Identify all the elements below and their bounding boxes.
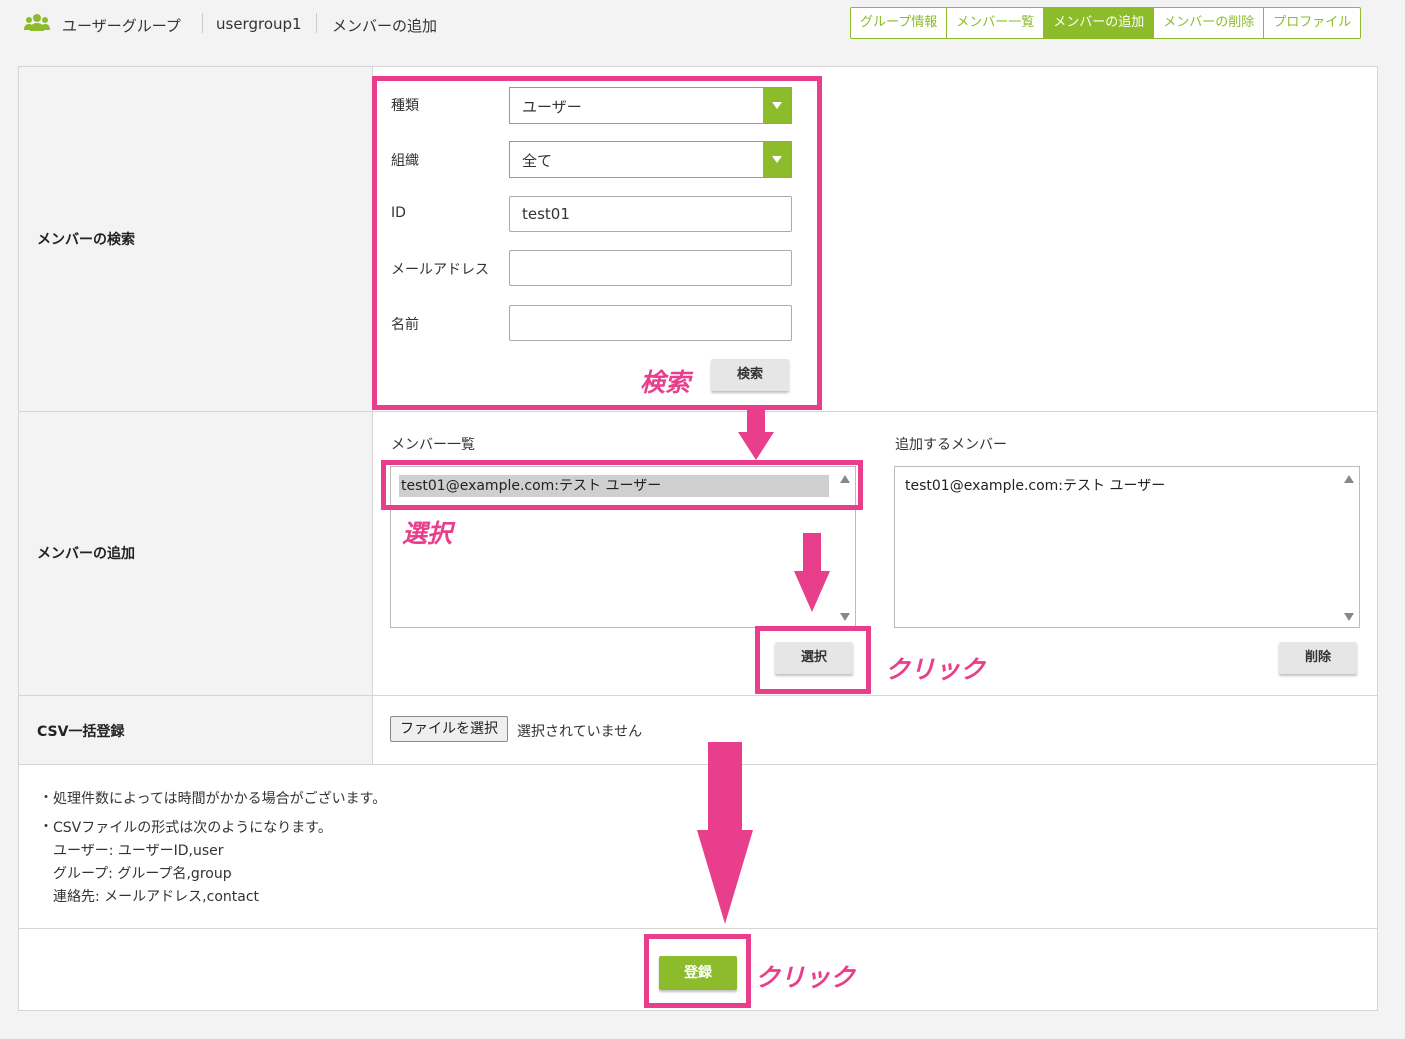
org-label: 組織 [391, 153, 419, 169]
search-button[interactable]: 検索 [711, 359, 789, 391]
member-search-label: メンバーの検索 [37, 232, 135, 248]
tab-remove-member[interactable]: メンバーの削除 [1154, 8, 1265, 38]
scroll-up-icon[interactable] [1344, 475, 1354, 483]
tab-add-member[interactable]: メンバーの追加 [1044, 8, 1155, 38]
row-label: メンバーの検索 [19, 67, 373, 411]
org-select-value: 全て [522, 152, 553, 170]
member-search-form: 種類 ユーザー 組織 全て ID メールアドレス 名前 検索 [373, 67, 1377, 411]
notes-section: ・ 処理件数によっては時間がかかる場合がございます。 ・ CSVファイルの形式は… [19, 765, 1377, 929]
email-label: メールアドレス [391, 262, 489, 278]
member-add-row: メンバーの追加 メンバー一覧 test01@example.com:テスト ユー… [19, 412, 1377, 696]
member-add-form: メンバー一覧 test01@example.com:テスト ユーザー 追加するメ… [373, 412, 1377, 695]
chevron-down-icon [763, 88, 791, 123]
member-list-box[interactable]: test01@example.com:テスト ユーザー [390, 466, 856, 628]
users-icon [24, 14, 50, 31]
remove-button[interactable]: 削除 [1279, 642, 1357, 674]
member-add-label: メンバーの追加 [37, 546, 135, 562]
csv-label: CSV一括登録 [37, 724, 125, 740]
member-list-title: メンバー一覧 [391, 437, 475, 453]
main-panel: メンバーの検索 種類 ユーザー 組織 全て ID メールアドレス 名前 検索 メ [18, 66, 1378, 1011]
member-search-row: メンバーの検索 種類 ユーザー 組織 全て ID メールアドレス 名前 検索 [19, 67, 1377, 412]
tab-profile[interactable]: プロファイル [1264, 8, 1360, 38]
selected-members-box[interactable]: test01@example.com:テスト ユーザー [894, 466, 1360, 628]
breadcrumb-separator [202, 13, 203, 33]
tab-member-list[interactable]: メンバー一覧 [947, 8, 1045, 38]
file-status: 選択されていません [517, 724, 643, 740]
id-label: ID [391, 205, 406, 221]
scroll-down-icon[interactable] [1344, 613, 1354, 621]
tab-bar: グループ情報 メンバー一覧 メンバーの追加 メンバーの削除 プロファイル [850, 7, 1362, 39]
select-button[interactable]: 選択 [775, 642, 853, 674]
page-header: ユーザーグループ usergroup1 メンバーの追加 グループ情報 メンバー一… [0, 0, 1405, 48]
note-line: 連絡先: メールアドレス,contact [53, 889, 260, 905]
type-label: 種類 [391, 98, 419, 114]
list-item[interactable]: test01@example.com:テスト ユーザー [399, 475, 829, 497]
id-input[interactable] [509, 196, 792, 232]
breadcrumb-separator [316, 13, 317, 33]
note-line: グループ: グループ名,group [53, 866, 232, 882]
chevron-down-icon [763, 142, 791, 177]
page-title: メンバーの追加 [332, 17, 438, 35]
list-item[interactable]: test01@example.com:テスト ユーザー [903, 475, 1165, 497]
note-line: 処理件数によっては時間がかかる場合がございます。 [53, 791, 387, 807]
breadcrumb-group-name[interactable]: usergroup1 [216, 15, 302, 33]
note-line: ユーザー: ユーザーID,user [53, 843, 224, 859]
csv-form: ファイルを選択 選択されていません [373, 696, 1377, 764]
tab-group-info[interactable]: グループ情報 [851, 8, 948, 38]
scroll-down-icon[interactable] [840, 613, 850, 621]
scroll-up-icon[interactable] [840, 475, 850, 483]
name-input[interactable] [509, 305, 792, 341]
csv-row: CSV一括登録 ファイルを選択 選択されていません [19, 696, 1377, 765]
file-select-button[interactable]: ファイルを選択 [390, 716, 508, 742]
selected-members-title: 追加するメンバー [895, 437, 1007, 453]
breadcrumb-usergroup[interactable]: ユーザーグループ [62, 15, 181, 36]
bullet: ・ [39, 790, 53, 806]
register-button[interactable]: 登録 [659, 956, 737, 990]
org-select[interactable]: 全て [509, 141, 792, 178]
type-select-value: ユーザー [522, 98, 582, 116]
type-select[interactable]: ユーザー [509, 87, 792, 124]
row-label: CSV一括登録 [19, 696, 373, 764]
note-line: CSVファイルの形式は次のようになります。 [53, 820, 332, 836]
bullet: ・ [39, 819, 53, 835]
email-input[interactable] [509, 250, 792, 286]
row-label: メンバーの追加 [19, 412, 373, 695]
name-label: 名前 [391, 317, 419, 333]
